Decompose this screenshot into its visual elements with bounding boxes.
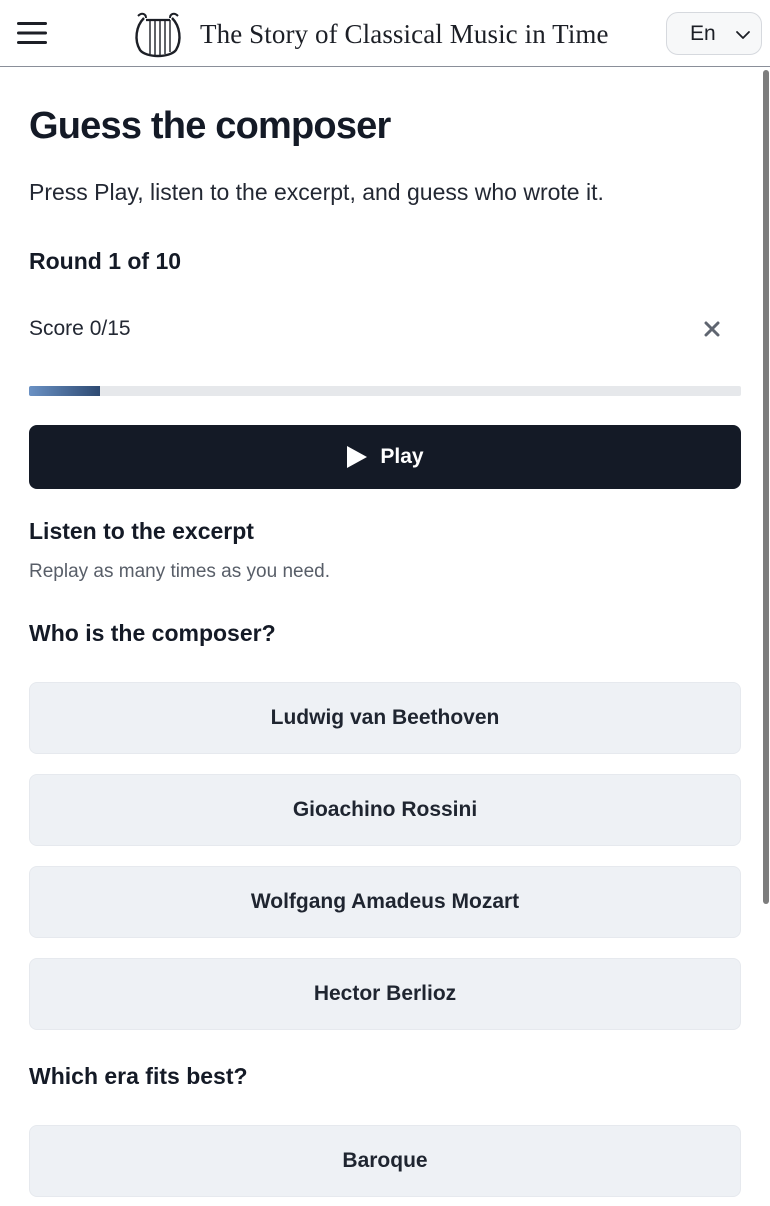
round-progress-fill bbox=[29, 386, 101, 396]
round-progress-bar bbox=[29, 386, 741, 396]
era-question: Which era fits best? bbox=[29, 1063, 248, 1089]
hamburger-menu-icon bbox=[17, 22, 47, 44]
composer-option[interactable]: Hector Berlioz bbox=[29, 958, 741, 1030]
page-scrollbar[interactable] bbox=[762, 68, 770, 1206]
chevron-down-icon bbox=[736, 31, 750, 39]
composer-question: Who is the composer? bbox=[29, 620, 276, 646]
listen-heading: Listen to the excerpt bbox=[29, 518, 254, 544]
menu-button[interactable] bbox=[14, 16, 50, 50]
page: The Story of Classical Music in Time En … bbox=[0, 0, 770, 1206]
scrollbar-thumb[interactable] bbox=[763, 70, 769, 904]
round-indicator: Round 1 of 10 bbox=[29, 248, 182, 274]
lyre-logo-icon bbox=[135, 12, 181, 58]
era-option[interactable]: Baroque bbox=[29, 1125, 741, 1197]
top-bar: The Story of Classical Music in Time En bbox=[0, 0, 770, 67]
language-value: En bbox=[690, 21, 716, 45]
play-button[interactable]: Play bbox=[29, 425, 741, 489]
close-quiz-button[interactable] bbox=[699, 316, 725, 342]
page-title: Guess the composer bbox=[29, 105, 391, 147]
site-brand[interactable]: The Story of Classical Music in Time bbox=[130, 6, 609, 62]
play-button-label: Play bbox=[380, 445, 424, 468]
composer-option[interactable]: Ludwig van Beethoven bbox=[29, 682, 741, 754]
close-icon bbox=[704, 321, 720, 337]
play-triangle-icon bbox=[347, 446, 368, 468]
language-select[interactable]: En bbox=[666, 12, 762, 55]
listen-hint: Replay as many times as you need. bbox=[29, 561, 330, 582]
composer-option[interactable]: Wolfgang Amadeus Mozart bbox=[29, 866, 741, 938]
score-display: Score 0/15 bbox=[29, 317, 131, 340]
site-title: The Story of Classical Music in Time bbox=[200, 18, 609, 49]
quiz-instructions: Press Play, listen to the excerpt, and g… bbox=[29, 179, 604, 205]
composer-option[interactable]: Gioachino Rossini bbox=[29, 774, 741, 846]
